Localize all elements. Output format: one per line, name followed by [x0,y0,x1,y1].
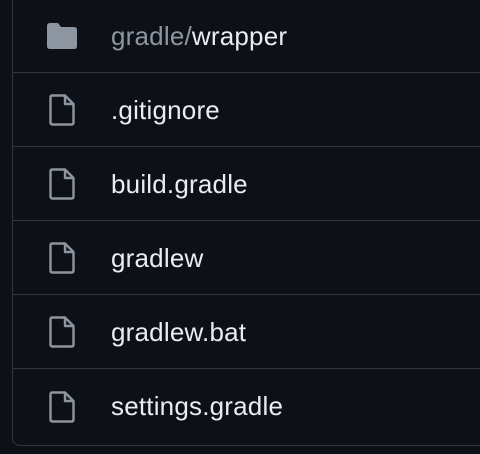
file-row-gradle-wrapper[interactable]: gradle/wrapper [13,0,480,73]
file-name[interactable]: build.gradle [111,169,248,200]
file-icon [46,168,78,200]
file-row-settings-gradle[interactable]: settings.gradle [13,370,480,443]
file-icon [46,94,78,126]
file-name[interactable]: .gitignore [111,95,220,126]
folder-name: wrapper [191,20,288,51]
folder-prefix: gradle/ [111,20,192,51]
file-name[interactable]: gradlew [111,243,203,274]
file-icon [46,316,78,348]
file-row-gitignore[interactable]: .gitignore [13,74,480,147]
file-icon [46,390,78,423]
file-icon [46,242,78,274]
file-name[interactable]: gradle/wrapper [111,21,287,52]
folder-icon [46,20,78,52]
file-row-gradlew-bat[interactable]: gradlew.bat [13,296,480,369]
file-name[interactable]: gradlew.bat [111,317,246,348]
file-name[interactable]: settings.gradle [111,391,283,422]
file-row-gradlew[interactable]: gradlew [13,222,480,295]
file-row-build-gradle[interactable]: build.gradle [13,148,480,221]
file-list: gradle/wrapper .gitignore build.gradle g… [12,0,480,446]
